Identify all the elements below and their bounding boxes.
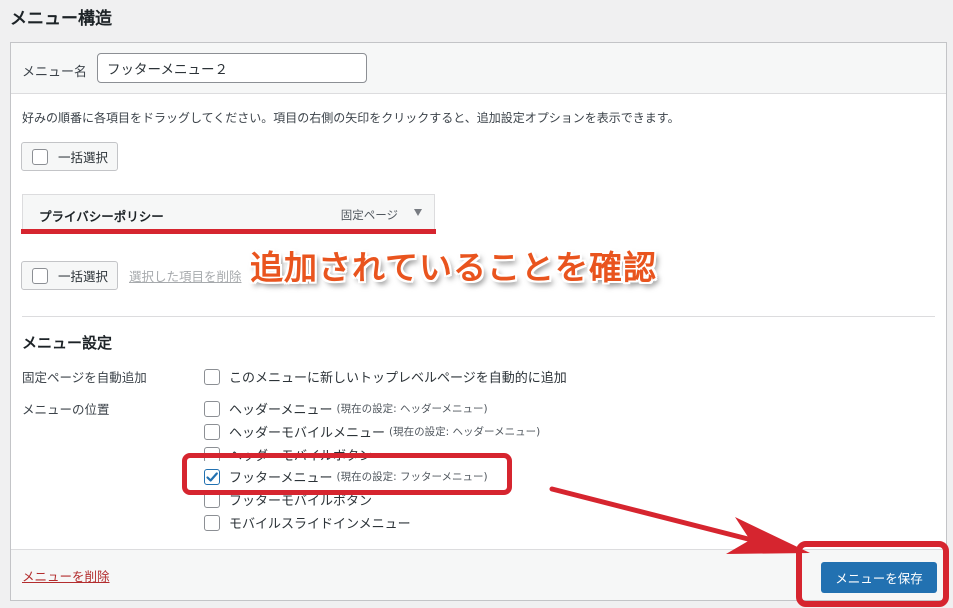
menu-item-title: プライバシーポリシー: [39, 209, 164, 224]
auto-add-label: 固定ページを自動追加: [22, 370, 147, 385]
bulk-select-button-bottom[interactable]: 一括選択: [21, 261, 118, 290]
bulk-select-button-top[interactable]: 一括選択: [21, 142, 118, 171]
checkbox-icon[interactable]: [204, 514, 220, 531]
menu-settings-title: メニュー設定: [22, 334, 113, 352]
instructions-text: 好みの順番に各項目をドラッグしてください。項目の右側の矢印をクリックすると、追加…: [22, 111, 680, 125]
annotation-caption: 追加されていることを確認: [250, 248, 658, 287]
checkbox-icon[interactable]: [32, 148, 48, 165]
location-option-mobile-slide-in-menu[interactable]: モバイルスライドインメニュー: [204, 513, 411, 532]
bulk-select-label: 一括選択: [58, 269, 109, 284]
auto-add-option[interactable]: このメニューに新しいトップレベルページを自動的に追加: [204, 367, 567, 386]
menu-name-label: メニュー名: [22, 65, 88, 80]
checkbox-icon[interactable]: [204, 368, 220, 385]
page-title: メニュー構造: [10, 9, 112, 29]
bulk-delete-link[interactable]: 選択した項目を削除: [129, 266, 242, 285]
location-option-header-menu[interactable]: ヘッダーメニュー (現在の設定: ヘッダーメニュー): [204, 399, 488, 418]
location-label: ヘッダーモバイルメニュー: [229, 426, 386, 441]
checkbox-icon[interactable]: [204, 400, 220, 417]
location-option-header-mobile-menu[interactable]: ヘッダーモバイルメニュー (現在の設定: ヘッダーメニュー): [204, 422, 540, 441]
menu-name-input[interactable]: [97, 53, 367, 83]
section-divider: [22, 316, 935, 317]
menu-item-type: 固定ページ: [340, 208, 398, 222]
location-label: ヘッダーメニュー: [229, 403, 333, 418]
location-label: モバイルスライドインメニュー: [229, 517, 411, 532]
checkbox-icon[interactable]: [204, 423, 220, 440]
highlight-box-save-button: [796, 541, 949, 607]
location-current: (現在の設定: ヘッダーメニュー): [336, 403, 488, 415]
bulk-select-label: 一括選択: [58, 150, 109, 165]
location-current: (現在の設定: ヘッダーメニュー): [389, 426, 541, 438]
delete-menu-link[interactable]: メニューを削除: [22, 566, 110, 585]
arrow-icon: [549, 486, 810, 554]
checkbox-icon[interactable]: [32, 267, 48, 284]
menu-item-bar[interactable]: プライバシーポリシー 固定ページ: [22, 194, 435, 232]
menu-locations-label: メニューの位置: [22, 402, 110, 417]
highlight-box-footer-menu: [182, 453, 512, 495]
chevron-down-icon[interactable]: [414, 209, 422, 216]
auto-add-option-label: このメニューに新しいトップレベルページを自動的に追加: [229, 371, 567, 386]
highlight-underline: [21, 229, 436, 234]
